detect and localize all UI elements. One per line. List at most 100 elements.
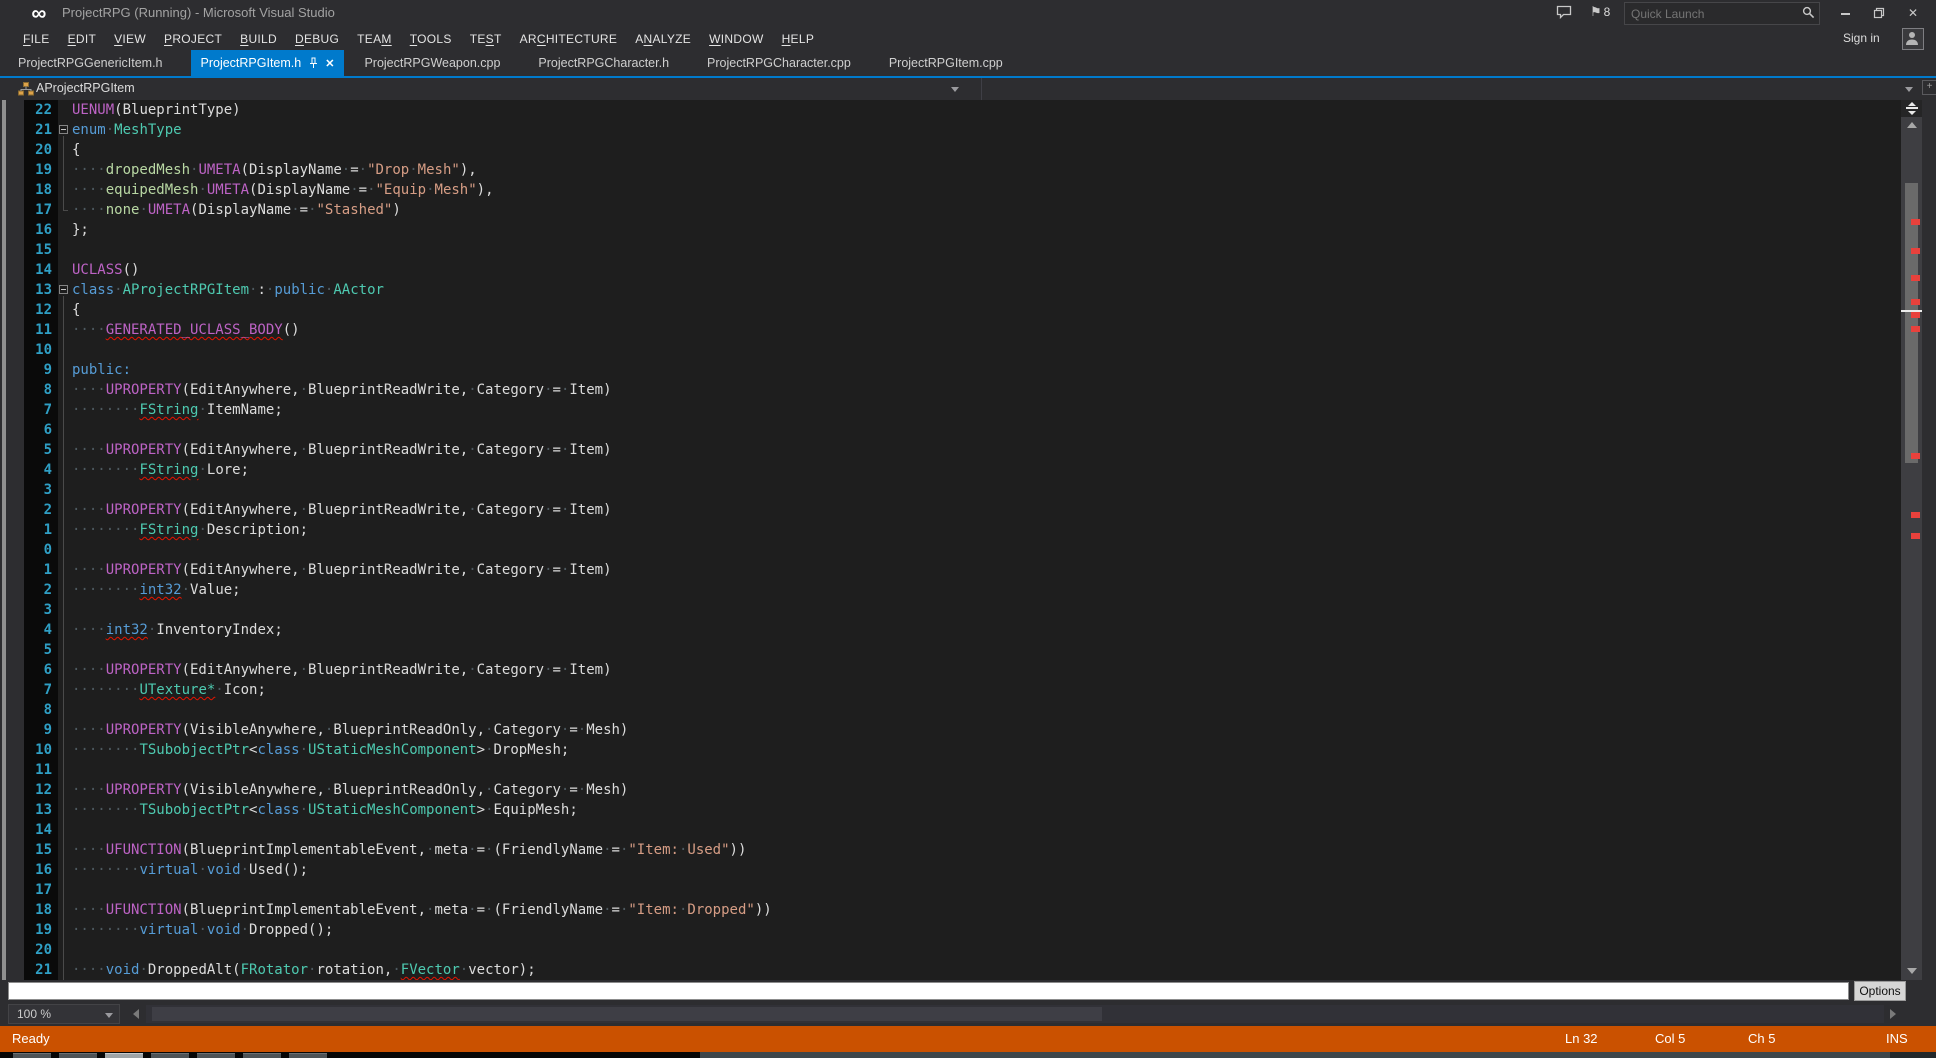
code-line[interactable]: 16········virtual·void·Used(); xyxy=(24,860,772,880)
taskbar-app-icon[interactable] xyxy=(105,1053,143,1058)
find-input[interactable] xyxy=(8,982,1849,1000)
notifications-flag[interactable]: ⚑8 xyxy=(1590,4,1610,20)
hscrollbar-thumb[interactable] xyxy=(152,1007,1102,1021)
options-button[interactable]: Options xyxy=(1854,981,1906,1001)
tab-ProjectRPGCharacter.h[interactable]: ProjectRPGCharacter.h xyxy=(528,50,679,76)
code-text[interactable] xyxy=(70,880,72,900)
menu-item-edit[interactable]: EDIT xyxy=(59,29,106,49)
minimize-button[interactable] xyxy=(1832,4,1858,22)
code-text[interactable] xyxy=(70,820,72,840)
code-text[interactable]: ········FString·Lore; xyxy=(70,460,249,480)
sign-in-link[interactable]: Sign in xyxy=(1843,31,1880,45)
code-line[interactable]: 19········virtual·void·Dropped(); xyxy=(24,920,772,940)
code-line[interactable]: 19····dropedMesh·UMETA(DisplayName·=·"Dr… xyxy=(24,160,772,180)
code-text[interactable]: class·AProjectRPGItem·:·public·AActor xyxy=(70,280,384,300)
code-line[interactable]: 1········FString·Description; xyxy=(24,520,772,540)
code-text[interactable]: UENUM(BlueprintType) xyxy=(70,100,241,120)
code-text[interactable] xyxy=(70,700,72,720)
menu-item-window[interactable]: WINDOW xyxy=(700,29,772,49)
split-window-handle[interactable] xyxy=(1901,100,1922,117)
code-line[interactable]: 0 xyxy=(24,540,772,560)
code-text[interactable] xyxy=(70,940,72,960)
code-text[interactable]: ····UPROPERTY(VisibleAnywhere,·Blueprint… xyxy=(70,780,628,800)
code-line[interactable]: 16}; xyxy=(24,220,772,240)
code-line[interactable]: 7········UTexture*·Icon; xyxy=(24,680,772,700)
code-text[interactable] xyxy=(70,540,72,560)
tab-ProjectRPGItem.h[interactable]: ProjectRPGItem.h✕ xyxy=(191,50,345,76)
code-line[interactable]: 18····UFUNCTION(BlueprintImplementableEv… xyxy=(24,900,772,920)
code-text[interactable]: ····UFUNCTION(BlueprintImplementableEven… xyxy=(70,900,772,920)
pin-icon[interactable] xyxy=(309,57,318,69)
autohide-rail[interactable] xyxy=(2,100,6,980)
code-line[interactable]: 13class·AProjectRPGItem·:·public·AActor xyxy=(24,280,772,300)
code-text[interactable]: ····none·UMETA(DisplayName·=·"Stashed") xyxy=(70,200,401,220)
code-text[interactable]: ····equipedMesh·UMETA(DisplayName·=·"Equ… xyxy=(70,180,494,200)
code-line[interactable]: 21····void·DroppedAlt(FRotator·rotation,… xyxy=(24,960,772,980)
code-line[interactable]: 6····UPROPERTY(EditAnywhere,·BlueprintRe… xyxy=(24,660,772,680)
vertical-scrollbar[interactable] xyxy=(1901,100,1922,980)
horizontal-scrollbar[interactable] xyxy=(146,1005,1884,1023)
code-line[interactable]: 5····UPROPERTY(EditAnywhere,·BlueprintRe… xyxy=(24,440,772,460)
code-text[interactable]: ····UPROPERTY(EditAnywhere,·BlueprintRea… xyxy=(70,380,612,400)
code-text[interactable]: }; xyxy=(70,220,89,240)
close-button[interactable]: ✕ xyxy=(1900,4,1926,22)
tab-ProjectRPGItem.cpp[interactable]: ProjectRPGItem.cpp xyxy=(879,50,1013,76)
code-line[interactable]: 7········FString·ItemName; xyxy=(24,400,772,420)
taskbar-app-icon[interactable] xyxy=(59,1053,97,1058)
scroll-down-arrow[interactable] xyxy=(1907,968,1917,974)
code-text[interactable] xyxy=(70,340,72,360)
code-line[interactable]: 21enum·MeshType xyxy=(24,120,772,140)
menu-item-debug[interactable]: DEBUG xyxy=(286,29,348,49)
code-text[interactable]: ····UFUNCTION(BlueprintImplementableEven… xyxy=(70,840,746,860)
code-line[interactable]: 14UCLASS() xyxy=(24,260,772,280)
code-line[interactable]: 6 xyxy=(24,420,772,440)
code-text[interactable]: ····int32·InventoryIndex; xyxy=(70,620,283,640)
code-text[interactable]: { xyxy=(70,300,80,320)
hscroll-left-arrow[interactable] xyxy=(133,1009,139,1019)
code-text[interactable] xyxy=(70,480,72,500)
code-line[interactable]: 9public: xyxy=(24,360,772,380)
code-text[interactable]: ········virtual·void·Used(); xyxy=(70,860,308,880)
menu-item-test[interactable]: TEST xyxy=(461,29,511,49)
scroll-up-arrow[interactable] xyxy=(1907,122,1917,128)
code-text[interactable]: ········int32·Value; xyxy=(70,580,241,600)
search-icon[interactable] xyxy=(1802,6,1815,19)
code-text[interactable]: ········FString·Description; xyxy=(70,520,308,540)
zoom-selector[interactable]: 100 % xyxy=(8,1004,120,1024)
fold-collapse-icon[interactable] xyxy=(59,125,68,134)
code-text[interactable]: ····UPROPERTY(EditAnywhere,·BlueprintRea… xyxy=(70,560,612,580)
taskbar-app-icon[interactable] xyxy=(243,1053,281,1058)
code-text[interactable]: ····dropedMesh·UMETA(DisplayName·=·"Drop… xyxy=(70,160,477,180)
code-line[interactable]: 20 xyxy=(24,940,772,960)
code-line[interactable]: 11····GENERATED_UCLASS_BODY() xyxy=(24,320,772,340)
code-line[interactable]: 10········TSubobjectPtr<class·UStaticMes… xyxy=(24,740,772,760)
code-line[interactable]: 1····UPROPERTY(EditAnywhere,·BlueprintRe… xyxy=(24,560,772,580)
tab-ProjectRPGWeapon.cpp[interactable]: ProjectRPGWeapon.cpp xyxy=(354,50,510,76)
code-line[interactable]: 2········int32·Value; xyxy=(24,580,772,600)
code-line[interactable]: 3 xyxy=(24,600,772,620)
code-line[interactable]: 5 xyxy=(24,640,772,660)
restore-button[interactable] xyxy=(1866,4,1892,22)
feedback-icon[interactable] xyxy=(1556,5,1572,19)
fold-collapse-icon[interactable] xyxy=(59,285,68,294)
tab-ProjectRPGGenericItem.h[interactable]: ProjectRPGGenericItem.h xyxy=(8,50,173,76)
code-text[interactable]: ········FString·ItemName; xyxy=(70,400,283,420)
taskbar-app-icon[interactable] xyxy=(151,1053,189,1058)
code-text[interactable] xyxy=(70,760,72,780)
code-text[interactable]: public: xyxy=(70,360,131,380)
menu-item-help[interactable]: HELP xyxy=(773,29,824,49)
code-text[interactable] xyxy=(70,240,72,260)
code-line[interactable]: 8····UPROPERTY(EditAnywhere,·BlueprintRe… xyxy=(24,380,772,400)
code-line[interactable]: 15····UFUNCTION(BlueprintImplementableEv… xyxy=(24,840,772,860)
code-line[interactable]: 17····none·UMETA(DisplayName·=·"Stashed"… xyxy=(24,200,772,220)
code-text[interactable]: enum·MeshType xyxy=(70,120,182,140)
code-line[interactable]: 11 xyxy=(24,760,772,780)
code-line[interactable]: 4········FString·Lore; xyxy=(24,460,772,480)
code-text[interactable]: ····UPROPERTY(VisibleAnywhere,·Blueprint… xyxy=(70,720,628,740)
code-text[interactable]: ····void·DroppedAlt(FRotator·rotation,·F… xyxy=(70,960,536,980)
code-text[interactable]: ········TSubobjectPtr<class·UStaticMeshC… xyxy=(70,800,578,820)
code-line[interactable]: 2····UPROPERTY(EditAnywhere,·BlueprintRe… xyxy=(24,500,772,520)
code-text[interactable]: { xyxy=(70,140,80,160)
code-text[interactable]: ········virtual·void·Dropped(); xyxy=(70,920,333,940)
taskbar-app-icon[interactable] xyxy=(289,1053,327,1058)
